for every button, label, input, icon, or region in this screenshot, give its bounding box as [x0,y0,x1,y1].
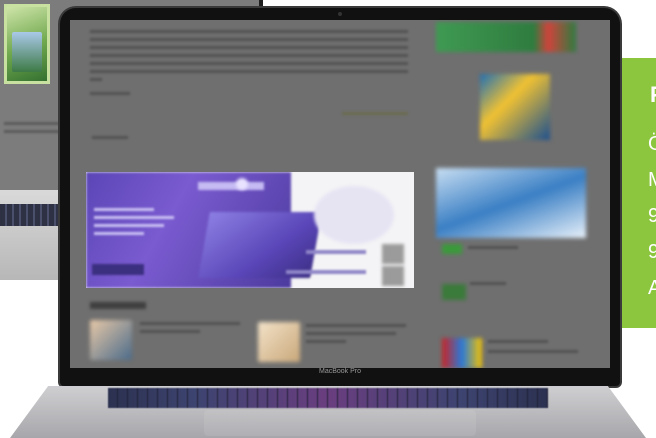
green-card-line: Ö [648,133,656,155]
sidebar-ad-thumbnail[interactable] [442,338,482,368]
green-info-card: P Ö M 9 9 A [622,58,656,328]
blurred-text-line [488,350,578,353]
promo-banner[interactable] [86,172,414,288]
product-ad-thumbnail [4,4,50,84]
banner-link-bar [286,270,366,274]
sidebar-product-ad[interactable] [436,168,586,238]
sidebar-ad-icon [442,284,466,300]
sidebar-product-ad[interactable] [480,74,550,140]
green-card-line: 9 [648,241,656,263]
banner-text-line [94,208,154,211]
blurred-text-line [90,78,102,81]
blurred-text-line [90,46,408,49]
blurred-text-line [90,62,408,65]
laptop-keyboard [108,388,548,408]
blurred-article-title[interactable] [140,322,240,325]
blurred-share-link[interactable] [342,112,408,115]
banner-text-line [94,232,144,235]
background-laptop-keyboard [0,204,62,226]
article-thumbnail[interactable] [258,322,300,362]
blurred-text-line [90,70,408,73]
banner-badge [314,186,394,244]
banner-link-bar [306,250,366,254]
blurred-section-heading [90,302,146,309]
blurred-article-title[interactable] [140,330,200,333]
blurred-article-title[interactable] [306,340,346,343]
blurred-label [92,136,128,139]
sidebar-ad-banner[interactable] [436,22,576,52]
laptop-screen [70,20,610,368]
blurred-article-title[interactable] [306,324,406,327]
banner-text-line [94,224,164,227]
qr-code-icon [382,244,404,264]
blurred-text-line [90,30,408,33]
sidebar-ad-icon [442,244,462,254]
laptop-model-label: MacBook Pro [318,368,362,375]
laptop-trackpad [204,410,476,436]
laptop-lid [60,8,620,386]
blurred-text-line [90,54,408,57]
banner-product-box [198,212,322,278]
article-thumbnail[interactable] [90,320,132,360]
banner-logo [198,182,264,190]
blurred-text-line [470,282,506,285]
banner-cta-button[interactable] [92,264,144,275]
green-card-line: M [648,168,656,192]
blurred-text-line [488,340,548,343]
blurred-link[interactable] [90,92,130,95]
banner-text-line [94,216,174,219]
blurred-article-title[interactable] [306,332,396,335]
green-card-line: 9 [648,205,656,227]
qr-code-icon [382,266,404,286]
camera-icon [338,12,342,16]
blurred-text-line [468,246,518,249]
green-card-line: A [648,277,656,299]
banner-logo-icon [236,178,248,190]
blurred-text-line [90,38,408,41]
green-card-heading: P [650,82,656,108]
